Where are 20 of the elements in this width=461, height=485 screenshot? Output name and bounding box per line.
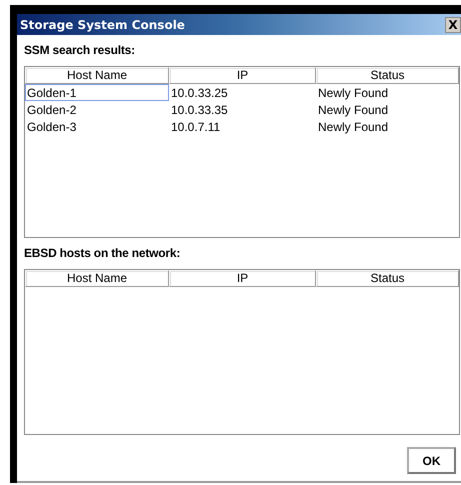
column-header[interactable]: Status [316,67,459,84]
column-header[interactable]: Host Name [25,67,169,84]
column-header[interactable]: IP [169,270,316,287]
section-label: SSM search results: [24,43,136,57]
column-header[interactable]: Host Name [25,270,169,287]
table-cell[interactable]: Newly Found [316,101,459,118]
section-label: EBSD hosts on the network: [24,246,182,260]
table-cell[interactable]: 10.0.7.11 [169,118,316,135]
table-cell[interactable]: Golden-2 [25,101,169,118]
table-cell[interactable]: Newly Found [316,84,459,101]
column-header[interactable]: IP [169,67,316,84]
table-cell[interactable]: 10.0.33.25 [169,84,316,101]
table-cell[interactable]: Golden-1 [25,84,169,101]
table-cell[interactable]: Newly Found [316,118,459,135]
ok-button[interactable]: OK [407,447,456,474]
window-title: Storage System Console [20,18,185,32]
table-cell[interactable]: Golden-3 [25,118,169,135]
table-cell[interactable]: 10.0.33.35 [169,101,316,118]
column-header[interactable]: Status [316,270,459,287]
close-button[interactable]: X [445,16,461,32]
